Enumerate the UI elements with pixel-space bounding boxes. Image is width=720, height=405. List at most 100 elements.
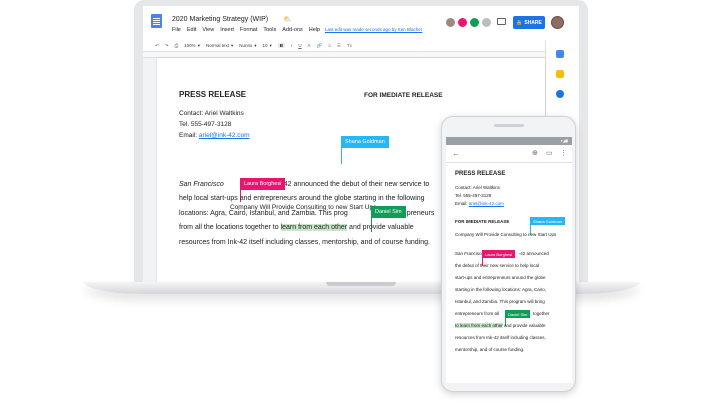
- calendar-icon[interactable]: [556, 50, 564, 58]
- zoom-select[interactable]: 100% ▾: [184, 43, 200, 49]
- contact-line: Contact: Ariel Waltkins: [179, 110, 244, 117]
- menu-bar: File Edit View Insert Format Tools Add-o…: [172, 27, 320, 33]
- phone-screen: ▾◢▮ ← ⊕ ▭ ⋮ PRESS RELEASE Contact: Ariel…: [446, 137, 572, 383]
- comments-icon[interactable]: [497, 18, 506, 25]
- clear-format-icon[interactable]: Tx: [347, 43, 352, 48]
- cursor-flag-daniel: Daniel Sim: [371, 206, 406, 218]
- body-line: from all the locations together to learn…: [179, 224, 414, 231]
- phone-subhead: Company Will Provide Consulting to new S…: [455, 232, 557, 237]
- menu-file[interactable]: File: [172, 27, 181, 33]
- email-link[interactable]: ariel@ink-42.com: [199, 132, 250, 139]
- cursor-shana: [341, 148, 342, 164]
- share-button[interactable]: 🔒 SHARE: [513, 16, 545, 29]
- email-line: Email: ariel@ink-42.com: [179, 132, 250, 139]
- back-arrow-icon[interactable]: ←: [452, 149, 460, 158]
- phone-email-link[interactable]: ariel@ink-42.com: [469, 201, 504, 206]
- laptop-notch: [326, 282, 396, 286]
- keep-icon[interactable]: [556, 70, 564, 78]
- phone-cursor-flag-laura: Laura Borghesi: [482, 250, 516, 258]
- doc-heading: PRESS RELEASE: [179, 90, 247, 99]
- phone-email: Email: ariel@ink-42.com: [455, 201, 504, 206]
- account-avatar[interactable]: [551, 16, 564, 29]
- font-select[interactable]: Nunito ▾: [239, 43, 256, 49]
- phone-body-line: resources from Ink-42 itself including c…: [455, 335, 546, 340]
- body-text: -42 announced: [518, 251, 549, 256]
- avatar[interactable]: [445, 17, 456, 28]
- more-icon[interactable]: ⋮: [560, 149, 567, 157]
- bold-button[interactable]: B: [277, 43, 286, 48]
- font-size-value: 10: [262, 43, 268, 48]
- phone-email-label: Email:: [455, 201, 469, 206]
- style-value: Normal text: [205, 43, 229, 48]
- font-size-select[interactable]: 10 ▾: [263, 43, 272, 49]
- phone-cursor-flag-shana: Shana Goldman: [530, 217, 565, 225]
- phone-body-line: to learn from each other and provide val…: [455, 323, 546, 328]
- phone-body-line: start-ups and entrepreneurs around the g…: [455, 275, 546, 280]
- avatar[interactable]: [457, 17, 468, 28]
- body-line: resources from Ink-42 itself including c…: [179, 239, 430, 246]
- phone-doc-heading: PRESS RELEASE: [455, 171, 506, 177]
- style-select[interactable]: Normal text ▾: [206, 43, 233, 49]
- menu-addons[interactable]: Add-ons: [282, 27, 303, 33]
- zoom-value: 100%: [184, 43, 196, 48]
- lock-icon: 🔒: [516, 19, 523, 26]
- highlighted-text: learn from each other: [280, 224, 348, 231]
- phone-tel: Tel. 555-497-3128: [455, 193, 492, 198]
- menu-help[interactable]: Help: [309, 27, 320, 33]
- body-text: and provide valuable: [502, 323, 546, 328]
- docs-logo-icon[interactable]: [151, 14, 162, 28]
- avatar[interactable]: [481, 17, 492, 28]
- body-text: San Francisco: [455, 251, 484, 256]
- tasks-icon[interactable]: [556, 90, 564, 98]
- undo-icon[interactable]: ↶: [155, 43, 159, 49]
- cursor-flag-laura: Laura Borghesi: [240, 178, 286, 190]
- collaborator-avatars: [445, 17, 493, 28]
- body-text: and provide valuable: [347, 224, 414, 231]
- body-text: together: [533, 311, 550, 316]
- menu-view[interactable]: View: [202, 27, 214, 33]
- phone-body-line: starting in the following locations: Agr…: [455, 287, 547, 292]
- italic-button[interactable]: I: [291, 43, 292, 48]
- align-icon[interactable]: ≡: [328, 43, 331, 48]
- body-text: 42 announced the debut of their new serv…: [283, 181, 430, 188]
- phone-body-line: the debut of their new service to help l…: [455, 263, 540, 268]
- phone-body-line: mentorship, and of course funding.: [455, 347, 525, 352]
- link-icon[interactable]: 🔗: [317, 43, 323, 49]
- body-text: entrepreneurs from all: [455, 311, 500, 316]
- body-line: help local start-ups and entrepreneurs a…: [179, 195, 425, 202]
- last-edit-link[interactable]: Last edit was made seconds ago by Ken Bl…: [325, 27, 422, 32]
- body-line: San Francisco 42 announced the debut of t…: [179, 181, 429, 188]
- body-text: from all the locations together to: [179, 224, 281, 231]
- location-text: San Francisco: [179, 181, 224, 188]
- highlighted-text: to learn from each other: [455, 323, 503, 328]
- document-title[interactable]: 2020 Marketing Strategy (WIP): [172, 16, 268, 23]
- phone-cursor-flag-daniel: Daniel Sim: [505, 310, 531, 318]
- phone-frame: ▾◢▮ ← ⊕ ▭ ⋮ PRESS RELEASE Contact: Ariel…: [441, 116, 576, 392]
- phone-release-tag: FOR IMEDIATE RELEASE: [455, 219, 510, 224]
- menu-format[interactable]: Format: [240, 27, 257, 33]
- release-tag: FOR IMEDIATE RELEASE: [364, 92, 443, 99]
- font-value: Nunito: [239, 43, 253, 48]
- redo-icon[interactable]: ↷: [165, 43, 169, 49]
- print-icon[interactable]: ⎙: [175, 43, 179, 48]
- phone-contact: Contact: Ariel Waltkins: [455, 185, 500, 190]
- cloud-status-icon: ⛅: [283, 16, 292, 23]
- list-icon[interactable]: ☰: [337, 43, 341, 49]
- menu-edit[interactable]: Edit: [187, 27, 196, 33]
- menu-tools[interactable]: Tools: [263, 27, 276, 33]
- comment-icon[interactable]: ▭: [546, 149, 553, 157]
- underline-button[interactable]: U: [298, 43, 301, 48]
- status-bar: ▾◢▮: [446, 137, 572, 145]
- cursor-flag-shana: Shana Goldman: [341, 136, 389, 148]
- phone-speaker: [494, 124, 524, 127]
- add-person-icon[interactable]: ⊕: [532, 149, 538, 157]
- phone-body-line: Istanbul, and Zambia. This program will …: [455, 299, 545, 304]
- formatting-toolbar: ↶ ↷ ⎙ 100% ▾ Normal text ▾ Nunito ▾ 10 ▾ B I…: [143, 40, 579, 52]
- email-label: Email:: [179, 132, 199, 139]
- avatar[interactable]: [469, 17, 480, 28]
- marketing-illustration: 2020 Marketing Strategy (WIP) ⛅ File Edi…: [0, 0, 720, 405]
- text-color-icon[interactable]: A: [308, 43, 311, 48]
- tel-line: Tel. 555-497-3128: [179, 121, 232, 128]
- menu-insert[interactable]: Insert: [220, 27, 234, 33]
- share-label: SHARE: [524, 19, 542, 26]
